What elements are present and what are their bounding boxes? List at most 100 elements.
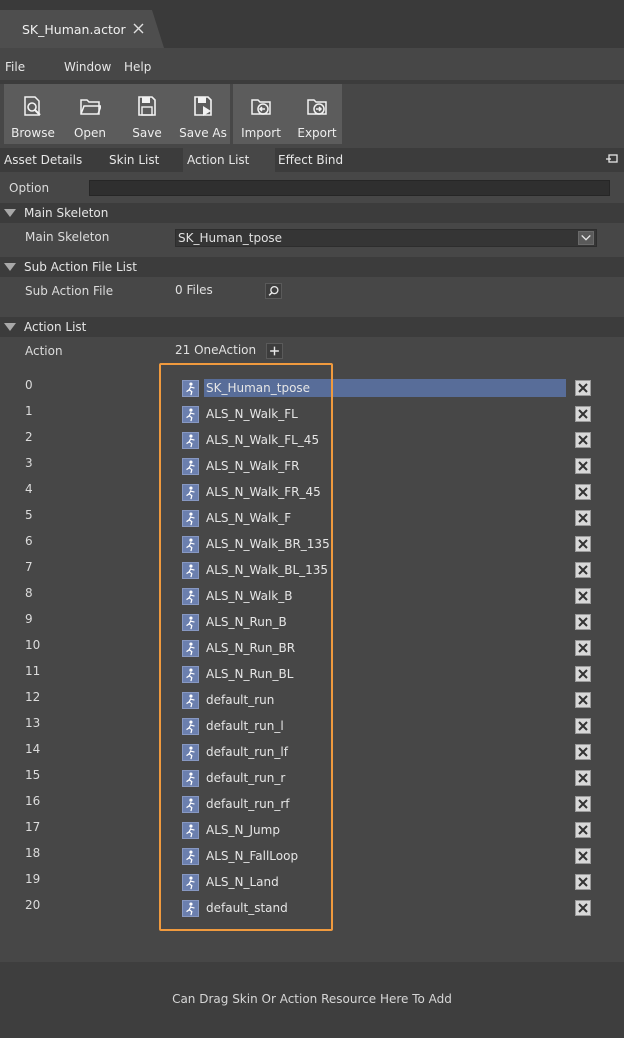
menu-help[interactable]: Help bbox=[124, 60, 151, 74]
import-button[interactable]: Import bbox=[235, 84, 287, 144]
remove-action-button[interactable] bbox=[575, 796, 591, 812]
remove-action-button[interactable] bbox=[575, 874, 591, 890]
action-index: 4 bbox=[25, 482, 33, 496]
drop-zone[interactable]: Can Drag Skin Or Action Resource Here To… bbox=[0, 962, 624, 1038]
close-icon bbox=[578, 877, 588, 887]
action-name: ALS_N_Run_BL bbox=[206, 667, 294, 681]
remove-action-button[interactable] bbox=[575, 380, 591, 396]
close-icon bbox=[578, 669, 588, 679]
section-title: Main Skeleton bbox=[24, 206, 109, 220]
main-skeleton-label: Main Skeleton bbox=[25, 230, 110, 244]
action-index: 15 bbox=[25, 768, 41, 782]
doc-tab-title: SK_Human.actor bbox=[22, 21, 126, 37]
export-label: Export bbox=[297, 126, 337, 140]
action-item[interactable]: ALS_N_Run_BR bbox=[182, 639, 295, 657]
action-item[interactable]: ALS_N_Run_B bbox=[182, 613, 287, 631]
remove-action-button[interactable] bbox=[575, 666, 591, 682]
action-index: 18 bbox=[25, 846, 41, 860]
chevron-down-icon bbox=[581, 234, 591, 241]
action-item[interactable]: ALS_N_Walk_FR bbox=[182, 457, 299, 475]
action-item[interactable]: default_run bbox=[182, 691, 274, 709]
remove-action-button[interactable] bbox=[575, 562, 591, 578]
action-index: 20 bbox=[25, 898, 41, 912]
action-animation-icon bbox=[182, 509, 199, 527]
export-button[interactable]: Export bbox=[291, 84, 343, 144]
remove-action-button[interactable] bbox=[575, 458, 591, 474]
action-name: ALS_N_Walk_FR_45 bbox=[206, 485, 321, 499]
option-field[interactable] bbox=[89, 180, 610, 196]
action-item[interactable]: ALS_N_Walk_BR_135 bbox=[182, 535, 330, 553]
action-item[interactable]: SK_Human_tpose bbox=[182, 379, 567, 397]
remove-action-button[interactable] bbox=[575, 406, 591, 422]
remove-action-button[interactable] bbox=[575, 614, 591, 630]
action-item[interactable]: ALS_N_FallLoop bbox=[182, 847, 298, 865]
action-animation-icon bbox=[182, 847, 199, 865]
section-sub-action-file-list[interactable]: Sub Action File List bbox=[0, 257, 624, 277]
remove-action-button[interactable] bbox=[575, 848, 591, 864]
action-item[interactable]: ALS_N_Land bbox=[182, 873, 279, 891]
save-label: Save bbox=[132, 126, 162, 140]
action-name: ALS_N_Run_BR bbox=[206, 641, 296, 655]
action-index: 17 bbox=[25, 820, 41, 834]
action-item[interactable]: ALS_N_Run_BL bbox=[182, 665, 293, 683]
action-item[interactable]: default_run_l bbox=[182, 717, 284, 735]
open-button[interactable]: Open bbox=[64, 84, 116, 144]
remove-action-button[interactable] bbox=[575, 510, 591, 526]
action-item[interactable]: ALS_N_Walk_FL_45 bbox=[182, 431, 319, 449]
remove-action-button[interactable] bbox=[575, 432, 591, 448]
close-icon[interactable] bbox=[132, 22, 145, 35]
remove-action-button[interactable] bbox=[575, 744, 591, 760]
main-skeleton-select[interactable]: SK_Human_tpose bbox=[175, 229, 597, 247]
tab-action-list[interactable]: Action List bbox=[183, 148, 275, 172]
remove-action-button[interactable] bbox=[575, 640, 591, 656]
browse-button[interactable]: Browse bbox=[7, 84, 59, 144]
doc-tab-sk-human[interactable]: SK_Human.actor bbox=[0, 10, 164, 48]
remove-action-button[interactable] bbox=[575, 770, 591, 786]
tab-effect-bind[interactable]: Effect Bind bbox=[274, 148, 366, 172]
remove-action-button[interactable] bbox=[575, 484, 591, 500]
action-item[interactable]: ALS_N_Walk_B bbox=[182, 587, 292, 605]
action-animation-icon bbox=[182, 795, 199, 813]
action-name: ALS_N_FallLoop bbox=[206, 849, 299, 863]
action-item[interactable]: default_stand bbox=[182, 899, 288, 917]
action-item[interactable]: default_run_lf bbox=[182, 743, 288, 761]
remove-action-button[interactable] bbox=[575, 718, 591, 734]
dropdown-button[interactable] bbox=[578, 231, 594, 245]
add-action-button[interactable] bbox=[266, 343, 283, 359]
section-main-skeleton[interactable]: Main Skeleton bbox=[0, 203, 624, 223]
action-item[interactable]: ALS_N_Walk_FL bbox=[182, 405, 298, 423]
remove-action-button[interactable] bbox=[575, 900, 591, 916]
save-button[interactable]: Save bbox=[121, 84, 173, 144]
remove-action-button[interactable] bbox=[575, 692, 591, 708]
remove-action-button[interactable] bbox=[575, 588, 591, 604]
section-action-list[interactable]: Action List bbox=[0, 317, 624, 337]
action-animation-icon bbox=[182, 743, 199, 761]
action-item[interactable]: default_run_r bbox=[182, 769, 285, 787]
close-icon bbox=[578, 435, 588, 445]
sub-action-file-label: Sub Action File bbox=[25, 284, 114, 298]
pin-icon[interactable] bbox=[606, 153, 618, 165]
action-name: ALS_N_Walk_FL_45 bbox=[206, 433, 320, 447]
tab-label: Skin List bbox=[109, 153, 160, 167]
close-icon bbox=[578, 643, 588, 653]
import-icon bbox=[251, 99, 271, 115]
action-item[interactable]: ALS_N_Walk_FR_45 bbox=[182, 483, 321, 501]
action-animation-icon bbox=[182, 535, 199, 553]
action-index: 14 bbox=[25, 742, 41, 756]
remove-action-button[interactable] bbox=[575, 822, 591, 838]
action-item[interactable]: default_run_rf bbox=[182, 795, 290, 813]
action-item[interactable]: ALS_N_Walk_F bbox=[182, 509, 291, 527]
action-item[interactable]: ALS_N_Walk_BL_135 bbox=[182, 561, 328, 579]
action-name: ALS_N_Jump bbox=[206, 823, 280, 837]
close-icon bbox=[578, 383, 588, 393]
plus-icon bbox=[270, 346, 279, 356]
browse-icon bbox=[24, 96, 41, 116]
action-item[interactable]: ALS_N_Jump bbox=[182, 821, 280, 839]
tab-skin-list[interactable]: Skin List bbox=[105, 148, 181, 172]
sub-action-search-button[interactable] bbox=[265, 283, 282, 299]
remove-action-button[interactable] bbox=[575, 536, 591, 552]
save-as-button[interactable]: Save As bbox=[176, 84, 230, 144]
tab-asset-details[interactable]: Asset Details bbox=[0, 148, 102, 172]
menu-file[interactable]: File bbox=[5, 60, 25, 74]
menu-window[interactable]: Window bbox=[64, 60, 111, 74]
